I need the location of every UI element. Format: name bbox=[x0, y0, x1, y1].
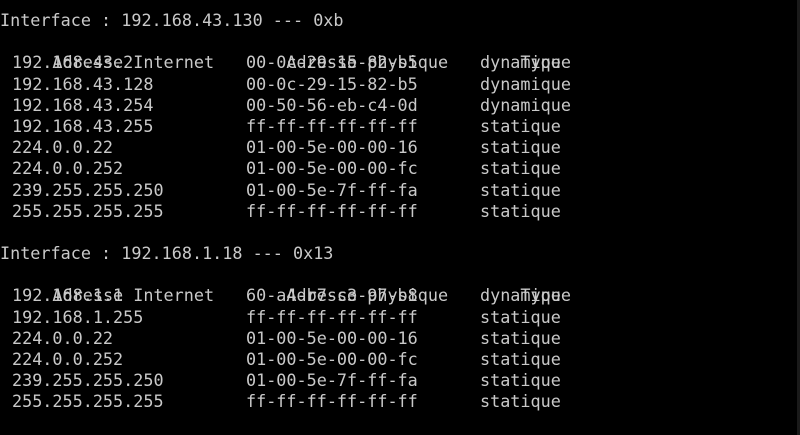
entry-type: dynamique bbox=[480, 94, 571, 115]
internet-address: 224.0.0.252 bbox=[12, 158, 124, 179]
entry-type: statique bbox=[480, 306, 561, 327]
physical-address: 00-0c-29-15-82-b5 bbox=[246, 73, 418, 94]
physical-address: 01-00-5e-00-00-16 bbox=[246, 137, 418, 158]
entry-type: dynamique bbox=[480, 285, 571, 306]
physical-address: 00-50-56-eb-c4-0d bbox=[246, 94, 418, 115]
table-row: 224.0.0.252 01-00-5e-00-00-fc statique bbox=[0, 158, 800, 179]
arp-table-header: Adresse Internet Adresse physique Type bbox=[0, 264, 800, 305]
table-row: 192.168.43.254 00-50-56-eb-c4-0d dynamique bbox=[0, 95, 800, 116]
internet-address: 255.255.255.255 bbox=[12, 391, 164, 412]
physical-address: 01-00-5e-00-00-fc bbox=[246, 349, 418, 369]
entry-type: dynamique bbox=[480, 52, 571, 73]
physical-address: 60-a4-b7-c3-97-b8 bbox=[246, 285, 418, 306]
entry-type: statique bbox=[480, 137, 561, 158]
internet-address: 255.255.255.255 bbox=[12, 200, 164, 221]
arp-table-header: Adresse Internet Adresse physique Type bbox=[0, 31, 800, 72]
table-row: 239.255.255.250 01-00-5e-7f-ff-fa statique bbox=[0, 370, 800, 391]
internet-address: 192.168.1.255 bbox=[12, 306, 144, 327]
entry-type: dynamique bbox=[480, 73, 571, 94]
entry-type: statique bbox=[480, 327, 561, 348]
internet-address: 239.255.255.250 bbox=[12, 179, 164, 200]
table-row: 192.168.1.1 60-a4-b7-c3-97-b8 dynamique bbox=[0, 285, 800, 306]
table-row: 192.168.43.255 ff-ff-ff-ff-ff-ff statique bbox=[0, 116, 800, 137]
internet-address: 239.255.255.250 bbox=[12, 370, 164, 391]
physical-address: 01-00-5e-00-00-fc bbox=[246, 158, 418, 179]
internet-address: 192.168.43.128 bbox=[12, 73, 154, 94]
table-row: 239.255.255.250 01-00-5e-7f-ff-fa statique bbox=[0, 180, 800, 201]
physical-address: 00-0c-29-15-82-b5 bbox=[246, 52, 418, 73]
physical-address: ff-ff-ff-ff-ff-ff bbox=[246, 200, 418, 221]
physical-address: ff-ff-ff-ff-ff-ff bbox=[246, 115, 418, 136]
console-window[interactable]: Interface : 192.168.43.130 --- 0xb Adres… bbox=[0, 0, 800, 435]
internet-address: 224.0.0.22 bbox=[12, 327, 114, 348]
table-row: 224.0.0.22 01-00-5e-00-00-16 statique bbox=[0, 137, 800, 158]
table-row: 192.168.43.128 00-0c-29-15-82-b5 dynamique bbox=[0, 74, 800, 95]
table-row: 224.0.0.252 01-00-5e-00-00-fc statique bbox=[0, 349, 800, 370]
physical-address: 01-00-5e-7f-ff-fa bbox=[246, 179, 418, 200]
internet-address: 224.0.0.22 bbox=[12, 137, 114, 158]
interface-title: Interface : 192.168.1.18 --- 0x13 bbox=[0, 243, 334, 264]
internet-address: 192.168.43.2 bbox=[12, 52, 134, 73]
entry-type: statique bbox=[480, 349, 561, 369]
physical-address: 01-00-5e-7f-ff-fa bbox=[246, 370, 418, 391]
entry-type: statique bbox=[480, 370, 561, 391]
table-row: 192.168.1.255 ff-ff-ff-ff-ff-ff statique bbox=[0, 307, 800, 328]
internet-address: 192.168.1.1 bbox=[12, 285, 124, 306]
table-row: 255.255.255.255 ff-ff-ff-ff-ff-ff statique bbox=[0, 201, 800, 222]
table-row: 192.168.43.2 00-0c-29-15-82-b5 dynamique bbox=[0, 52, 800, 73]
entry-type: statique bbox=[480, 200, 561, 221]
table-row: 255.255.255.255 ff-ff-ff-ff-ff-ff statique bbox=[0, 391, 800, 412]
entry-type: statique bbox=[480, 158, 561, 179]
entry-type: statique bbox=[480, 391, 561, 412]
internet-address: 192.168.43.255 bbox=[12, 115, 154, 136]
physical-address: 01-00-5e-00-00-16 bbox=[246, 327, 418, 348]
internet-address: 224.0.0.252 bbox=[12, 349, 124, 369]
physical-address: ff-ff-ff-ff-ff-ff bbox=[246, 306, 418, 327]
entry-type: statique bbox=[480, 179, 561, 200]
internet-address: 192.168.43.254 bbox=[12, 94, 154, 115]
interface-title: Interface : 192.168.43.130 --- 0xb bbox=[0, 10, 344, 30]
entry-type: statique bbox=[480, 115, 561, 136]
physical-address: ff-ff-ff-ff-ff-ff bbox=[246, 391, 418, 412]
table-row: 224.0.0.22 01-00-5e-00-00-16 statique bbox=[0, 328, 800, 349]
